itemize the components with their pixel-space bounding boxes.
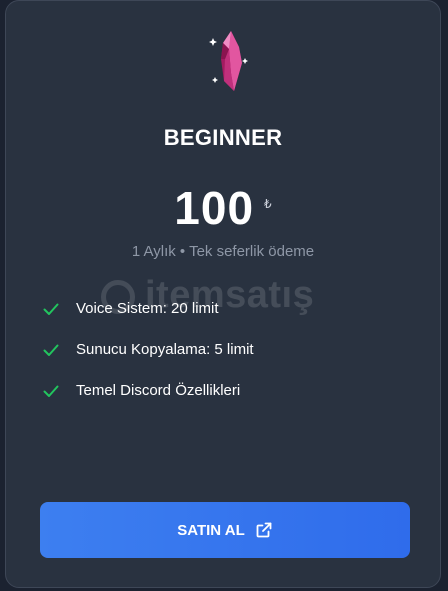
feature-label: Temel Discord Özellikleri [76, 382, 241, 399]
pricing-card: BEGINNER 100 ₺ 1 Aylık • Tek seferlik öde… [5, 0, 441, 588]
buy-button-label: SATIN AL [177, 521, 245, 539]
check-icon [43, 385, 59, 397]
check-icon [43, 344, 59, 356]
external-link-icon [256, 522, 272, 538]
feature-list: Voice Sistem: 20 limit Sunucu Kopyalama:… [42, 288, 254, 411]
buy-button[interactable]: SATIN AL [40, 502, 410, 558]
feature-item: Sunucu Kopyalama: 5 limit [42, 329, 254, 370]
plan-title: BEGINNER [163, 125, 283, 150]
feature-label: Voice Sistem: 20 limit [76, 300, 219, 317]
feature-item: Temel Discord Özellikleri [42, 370, 254, 411]
price: 100 ₺ [6, 181, 440, 235]
currency-symbol: ₺ [264, 197, 272, 211]
crystal-gem-icon [204, 29, 252, 99]
price-amount: 100 [174, 182, 255, 234]
check-icon [43, 303, 59, 315]
feature-item: Voice Sistem: 20 limit [42, 288, 254, 329]
feature-label: Sunucu Kopyalama: 5 limit [76, 341, 254, 358]
billing-info: 1 Aylık • Tek seferlik ödeme [131, 243, 315, 260]
